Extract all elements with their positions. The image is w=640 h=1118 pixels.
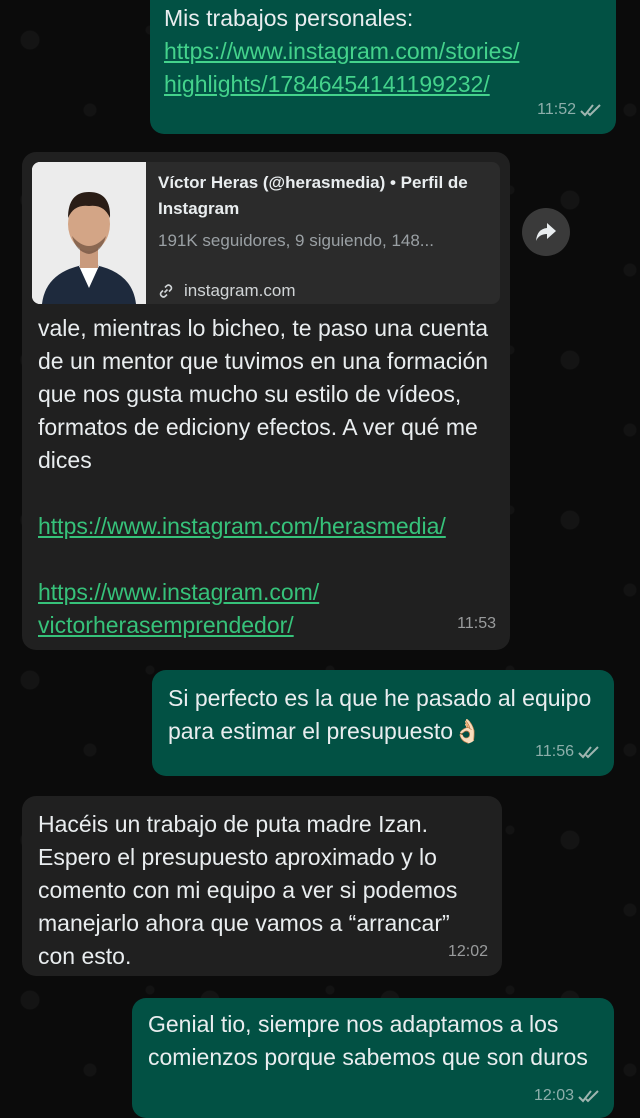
message-meta: 11:56 (535, 735, 600, 768)
message-text: Genial tio, siempre nos adaptamos a los … (148, 1011, 588, 1070)
share-forward-icon (536, 223, 556, 241)
double-check-icon (578, 745, 599, 758)
message-meta: 12:02 (448, 935, 488, 968)
double-check-icon (578, 1089, 599, 1102)
person-photo-icon (32, 162, 146, 304)
outgoing-message[interactable]: Mis trabajos personales: https://www.ins… (150, 0, 616, 134)
message-text: Mis trabajos personales: (164, 5, 414, 31)
outgoing-message[interactable]: Genial tio, siempre nos adaptamos a los … (132, 998, 614, 1118)
message-time: 11:56 (535, 743, 574, 760)
preview-description: 191K seguidores, 9 siguiendo, 148... (158, 231, 434, 250)
double-check-icon (580, 103, 601, 116)
message-text: Hacéis un trabajo de puta madre Izan. Es… (38, 811, 458, 969)
message-link[interactable]: https://www.instagram.com/ victorherasem… (38, 576, 496, 642)
link-preview-card[interactable]: Víctor Heras (@herasmedia) • Perfil de I… (32, 162, 500, 304)
message-text: vale, mientras lo bicheo, te paso una cu… (38, 315, 489, 473)
outgoing-message[interactable]: Si perfecto es la que he pasado al equip… (152, 670, 614, 776)
message-time: 12:03 (533, 1087, 574, 1104)
message-time: 11:52 (537, 101, 576, 118)
message-link[interactable]: https://www.instagram.com/herasmedia/ (38, 510, 496, 543)
message-time: 12:02 (447, 943, 488, 960)
message-link[interactable]: https://www.instagram.com/stories/ highl… (164, 35, 602, 101)
share-button[interactable] (522, 208, 570, 256)
message-meta: 11:52 (537, 93, 602, 126)
profile-thumbnail (32, 162, 146, 304)
message-meta: 11:53 (457, 607, 496, 640)
preview-title: Víctor Heras (@herasmedia) • Perfil de I… (158, 173, 468, 218)
message-time: 11:53 (457, 615, 496, 632)
message-text: Si perfecto es la que he pasado al equip… (168, 685, 592, 744)
link-icon (159, 283, 173, 298)
preview-domain: instagram.com (158, 274, 295, 304)
incoming-message[interactable]: Víctor Heras (@herasmedia) • Perfil de I… (22, 152, 510, 650)
incoming-message[interactable]: Hacéis un trabajo de puta madre Izan. Es… (22, 796, 502, 976)
message-meta: 12:03 (534, 1079, 600, 1112)
